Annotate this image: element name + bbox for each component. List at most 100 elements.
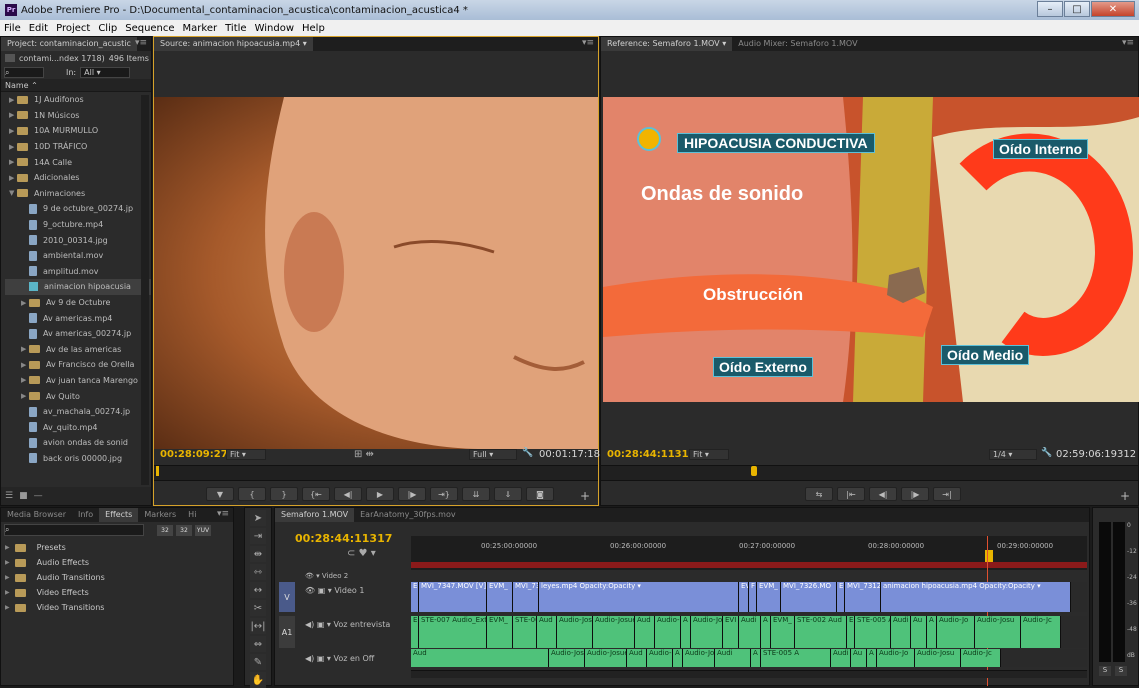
audio-clip[interactable]: Au — [911, 616, 927, 648]
video-clip[interactable]: MVI_73 — [513, 582, 539, 612]
go-to-out-button[interactable]: ⇥| — [933, 487, 961, 501]
video-clip[interactable]: EVM_ — [487, 582, 513, 612]
in-dropdown[interactable]: All ▾ — [80, 66, 131, 78]
bin-item[interactable]: ▶ 10D TRÁFICO — [5, 139, 151, 155]
work-area-bar[interactable] — [411, 562, 1087, 568]
audio-clip[interactable]: Aud — [635, 616, 655, 648]
add-button-icon[interactable]: + — [1120, 489, 1130, 503]
audio-clip[interactable]: EVI — [723, 616, 739, 648]
step-back-button[interactable]: ◀| — [869, 487, 897, 501]
audio-clip[interactable]: STE-002 Aud — [795, 616, 847, 648]
collapsed-triangle-icon[interactable]: ▶ — [9, 127, 17, 135]
collapsed-triangle-icon[interactable]: ▶ — [5, 604, 10, 611]
effects-category[interactable]: ▶ Video Effects — [5, 585, 233, 600]
overwrite-button[interactable]: ⇓ — [494, 487, 522, 501]
timeline-ruler[interactable]: 00:25:00:00000 00:26:00:00000 00:27:00:000… — [411, 536, 1087, 570]
collapsed-triangle-icon[interactable]: ▶ — [21, 392, 29, 400]
effects-category[interactable]: ▶ Audio Effects — [5, 555, 233, 570]
tab-sequence[interactable]: Semaforo 1.MOV — [275, 508, 355, 522]
mark-out-button[interactable]: } — [270, 487, 298, 501]
tab-project[interactable]: Project: contaminacion_acustic — [1, 37, 137, 51]
slide-tool-icon[interactable]: ⇔ — [250, 636, 266, 652]
audio-clip[interactable]: EVM_ — [487, 616, 513, 648]
tab-sequence[interactable]: EarAnatomy_30fps.mov — [354, 508, 461, 522]
play-button[interactable]: ▶ — [366, 487, 394, 501]
step-back-button[interactable]: ◀| — [334, 487, 362, 501]
menu-item-file[interactable]: File — [0, 23, 25, 34]
audio-clip[interactable]: A — [681, 616, 691, 648]
tab-hi[interactable]: Hi — [182, 508, 202, 522]
gang-button[interactable]: ⇆ — [805, 487, 833, 501]
project-item[interactable]: av_machala_00274.jp — [5, 404, 151, 420]
menu-item-marker[interactable]: Marker — [179, 23, 222, 34]
export-frame-button[interactable]: ◙ — [526, 487, 554, 501]
timeline-timecode[interactable]: 00:28:44:11317 — [295, 532, 392, 545]
audio-clip[interactable]: STE-005 A — [855, 616, 891, 648]
project-item[interactable]: avion ondas de sonid — [5, 435, 151, 451]
audio-clip[interactable]: Audio-Jo — [683, 649, 715, 667]
project-item[interactable]: 9 de octubre_00274.jp — [5, 201, 151, 217]
maximize-button[interactable]: □ — [1064, 1, 1090, 17]
video-clip[interactable]: E — [837, 582, 845, 612]
tab-media-browser[interactable]: Media Browser — [1, 508, 72, 522]
tab-reference[interactable]: Reference: Semaforo 1.MOV ▾ — [601, 37, 733, 51]
video-clip[interactable]: MVI_7312 — [845, 582, 881, 612]
tab-markers[interactable]: Markers — [138, 508, 182, 522]
pen-tool-icon[interactable]: ✎ — [250, 654, 266, 670]
step-forward-button[interactable]: |▶ — [901, 487, 929, 501]
project-item[interactable]: 2010_00314.jpg — [5, 232, 151, 248]
audio-clip[interactable]: Audio-Jc — [961, 649, 1001, 667]
audio-clip[interactable]: Au — [851, 649, 867, 667]
bin-item[interactable]: ▶ 14A Calle — [5, 154, 151, 170]
audio-clip[interactable]: Audio-Jo — [937, 616, 975, 648]
effect-filter-button[interactable]: 32 — [176, 524, 192, 536]
collapsed-triangle-icon[interactable]: ▶ — [21, 361, 29, 369]
menu-item-window[interactable]: Window — [251, 23, 298, 34]
menu-item-edit[interactable]: Edit — [25, 23, 52, 34]
project-item[interactable]: ambiental.mov — [5, 248, 151, 264]
effect-filter-button[interactable]: 32 — [157, 524, 173, 536]
tab-effects[interactable]: Effects — [99, 508, 139, 522]
audio-clip[interactable]: A — [761, 616, 771, 648]
audio-clip[interactable]: Audi — [891, 616, 911, 648]
collapsed-triangle-icon[interactable]: ▶ — [9, 143, 17, 151]
audio-clip[interactable]: A — [927, 616, 937, 648]
effects-category[interactable]: ▶ Presets — [5, 540, 233, 555]
expanded-triangle-icon[interactable]: ▼ — [9, 189, 17, 197]
list-view-icon[interactable]: ☰ — [5, 491, 13, 501]
reference-fit-dropdown[interactable]: Fit ▾ — [689, 449, 729, 460]
effect-filter-button[interactable]: YUV — [195, 524, 211, 536]
timeline-scrollbar[interactable] — [411, 670, 1087, 678]
project-item[interactable]: 9_octubre.mp4 — [5, 217, 151, 233]
audio-clip[interactable]: Aud — [537, 616, 557, 648]
audio-clip[interactable]: Audi — [831, 649, 851, 667]
video-clip[interactable]: F — [749, 582, 757, 612]
tab-info[interactable]: Info — [72, 508, 99, 522]
panel-menu-icon[interactable]: ▾≡ — [582, 38, 594, 48]
collapsed-triangle-icon[interactable]: ▶ — [5, 544, 10, 551]
zoom-slider[interactable]: — — [34, 491, 43, 501]
audio-clip[interactable]: Audio-Josu — [975, 616, 1021, 648]
collapsed-triangle-icon[interactable]: ▶ — [21, 345, 29, 353]
solo-right-button[interactable]: S — [1115, 666, 1127, 676]
menu-item-clip[interactable]: Clip — [94, 23, 121, 34]
collapsed-triangle-icon[interactable]: ▶ — [5, 589, 10, 596]
audio-clip[interactable]: STE-005 A — [761, 649, 831, 667]
audio-clip[interactable]: A — [751, 649, 761, 667]
panel-menu-icon[interactable]: ▾≡ — [135, 38, 147, 48]
audio-clip[interactable]: Aud — [627, 649, 647, 667]
bin-item[interactable]: ▶ Av juan tanca Marengo — [5, 373, 151, 389]
collapsed-triangle-icon[interactable]: ▶ — [21, 299, 29, 307]
collapsed-triangle-icon[interactable]: ▶ — [9, 158, 17, 166]
step-forward-button[interactable]: |▶ — [398, 487, 426, 501]
menu-item-help[interactable]: Help — [298, 23, 329, 34]
bin-item[interactable]: ▶ 10A MURMULLO — [5, 123, 151, 139]
audio-clip[interactable]: A — [673, 649, 683, 667]
go-to-out-button[interactable]: ⇥} — [430, 487, 458, 501]
bin-item[interactable]: ▶ Av de las americas — [5, 342, 151, 358]
source-playhead[interactable] — [156, 466, 159, 476]
collapsed-triangle-icon[interactable]: ▶ — [5, 559, 10, 566]
bin-item[interactable]: ▶ Adicionales — [5, 170, 151, 186]
track-v-target[interactable]: V — [279, 582, 295, 612]
source-scrubber[interactable] — [154, 465, 598, 481]
